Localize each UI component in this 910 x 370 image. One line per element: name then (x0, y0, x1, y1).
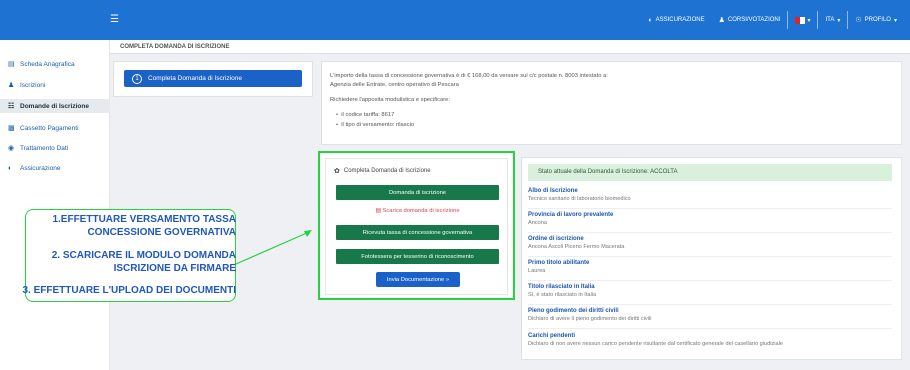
sidebar-item-domande-iscrizione[interactable]: ☷ Domande di Iscrizione (0, 99, 110, 113)
sidebar-item-trattamento-dati[interactable]: ◉ Trattamento Dati (8, 144, 69, 153)
payment-info-panel: L'importo della tassa di concessione gov… (321, 61, 902, 145)
step-number: 1 (132, 73, 142, 84)
download-link-label: Scarica domanda di iscrizione (382, 208, 460, 214)
pdf-icon: ▤ (375, 208, 381, 214)
payment-amount-text: L'importo della tassa di concessione gov… (330, 73, 608, 79)
hamburger-icon[interactable]: ☰ (110, 15, 119, 25)
id-card-icon: ▤ (8, 61, 15, 68)
documents-highlight-box: ✿ Completa Domanda di Iscrizione Domanda… (318, 151, 515, 300)
field-diritti-civili: Pieno godimento dei diritti civili Dichi… (528, 308, 892, 329)
assicurazione-link[interactable]: ◐ ASSICURAZIONE (641, 0, 711, 40)
sidebar-item-label: Iscrizioni (20, 81, 46, 89)
field-label: Pieno godimento dei diritti civili (528, 308, 619, 314)
field-label: Primo titolo abilitante (528, 260, 590, 266)
user-icon: ♟ (8, 82, 15, 89)
photo-upload-button[interactable]: Fototessera per tesserino di riconoscime… (336, 249, 499, 264)
page-title: COMPLETA DOMANDA DI ISCRIZIONE (110, 40, 910, 54)
chevron-down-icon: ▾ (893, 17, 897, 24)
users-icon: ♟ (718, 17, 725, 24)
field-label: Albo di Iscrizione (528, 188, 578, 194)
step-panel: 1 Completa Domanda di Iscrizione (113, 61, 313, 97)
eye-icon: ◉ (8, 145, 15, 152)
send-documents-button[interactable]: Invia Documentazione » (376, 272, 460, 287)
field-label: Provincia di lavoro prevalente (528, 212, 614, 218)
instruction-step-1b: CONCESSIONE GOVERNATIVA (87, 227, 236, 238)
notifications-dropdown[interactable]: ▾ (788, 0, 817, 40)
instruction-step-1a: 1.EFFETTUARE VERSAMENTO TASSA (52, 214, 236, 225)
sidebar-item-assicurazione[interactable]: ◐ Assicurazione (8, 165, 60, 172)
field-value: Ancona (528, 220, 547, 226)
sidebar-item-cassetto-pagamenti[interactable]: ▩ Cassetto Pagamenti (8, 124, 79, 133)
list-item: • il tipo di versamento: rilascio (336, 122, 415, 128)
sidebar-item-scheda-anagrafica[interactable]: ▤ Scheda Anagrafica (8, 60, 75, 69)
instruction-step-2a: 2. SCARICARE IL MODULO DOMANDA (51, 250, 236, 261)
field-value: Ancona Ascoli Piceno Fermo Macerata (528, 244, 625, 250)
corsi-link[interactable]: ♟ CORSI/VOTAZIONI (712, 0, 788, 40)
chevron-down-icon: ▾ (807, 17, 811, 24)
field-provincia: Provincia di lavoro prevalente Ancona (528, 212, 892, 233)
domanda-upload-button[interactable]: Domanda di iscrizione (336, 185, 499, 200)
sidebar-item-iscrizioni[interactable]: ♟ Iscrizioni (8, 81, 46, 90)
sidebar-item-label: Trattamento Dati (20, 144, 69, 152)
sidebar-item-label: Scheda Anagrafica (20, 60, 75, 68)
field-value: Tecnico sanitario di laboratorio biomedi… (528, 196, 631, 202)
assicurazione-label: ASSICURAZIONE (655, 17, 705, 23)
sidebar-item-label: Assicurazione (20, 165, 61, 172)
shield-icon: ◐ (648, 16, 653, 24)
payment-recipient-text: Agenzia delle Entrate, centro operativo … (330, 82, 459, 88)
step-label: Completa Domanda di Iscrizione (148, 75, 242, 82)
shield-icon: ◐ (8, 165, 13, 172)
field-albo: Albo di Iscrizione Tecnico sanitario di … (528, 188, 892, 209)
receipt-upload-button[interactable]: Ricevuta tassa di concessione governativ… (336, 225, 499, 240)
payment-type: il tipo di versamento: rilascio (341, 122, 415, 128)
tariff-code: il codice tariffa: 8617 (341, 112, 395, 118)
field-carichi-pendenti: Carichi pendenti Dichiaro di non avere n… (528, 333, 892, 353)
profile-dropdown[interactable]: ☉ PROFILO ▾ (848, 0, 904, 40)
language-label: ITA (825, 17, 835, 23)
payment-instruction-text: Richiedere l'apposita modulistica e spec… (330, 97, 451, 103)
top-navbar: ☰ ◐ ASSICURAZIONE ♟ CORSI/VOTAZIONI ▾ IT… (0, 0, 910, 40)
sidebar-item-label: Cassetto Pagamenti (20, 124, 79, 132)
top-nav: ◐ ASSICURAZIONE ♟ CORSI/VOTAZIONI ▾ ITA … (641, 0, 904, 40)
list-item: • il codice tariffa: 8617 (336, 112, 395, 118)
language-dropdown[interactable]: ITA ▾ (818, 0, 847, 40)
field-titolo-italia: Titolo rilasciato in Italia Sì, è stato … (528, 284, 892, 305)
field-label: Carichi pendenti (528, 333, 576, 339)
corsi-label: CORSI/VOTAZIONI (727, 17, 781, 23)
documents-title-label: Completa Domanda di Iscrizione (343, 168, 431, 174)
document-icon: ☷ (8, 103, 15, 110)
sidebar-item-label: Domande di Iscrizione (20, 102, 89, 110)
wallet-icon: ▩ (8, 125, 15, 132)
field-value: Sì, è stato rilasciato in Italia (528, 292, 597, 298)
user-circle-icon: ☉ (855, 17, 862, 24)
paperclip-icon: ✿ (334, 168, 340, 175)
download-application-link[interactable]: ▤ Scarica domanda di iscrizione (336, 208, 499, 214)
field-label: Ordine di iscrizione (528, 236, 584, 242)
status-badge: Stato attuale della Domanda di Iscrizion… (528, 164, 892, 181)
field-ordine: Ordine di iscrizione Ancona Ascoli Picen… (528, 236, 892, 257)
sidebar: ▤ Scheda Anagrafica ♟ Iscrizioni ☷ Doman… (0, 40, 110, 370)
flag-icon (795, 16, 806, 24)
field-value: Laurea (528, 268, 546, 274)
field-label: Titolo rilasciato in Italia (528, 284, 595, 290)
field-value: Dichiaro di avere il pieno godimento dei… (528, 316, 652, 322)
complete-application-step-button[interactable]: 1 Completa Domanda di Iscrizione (124, 70, 302, 87)
instruction-step-2b: ISCRIZIONE DA FIRMARE (113, 263, 236, 274)
instruction-step-3: 3. EFFETTUARE L'UPLOAD DEI DOCUMENTI (22, 285, 237, 296)
field-value: Dichiaro di non avere nessun carico pend… (528, 341, 783, 347)
chevron-down-icon: ▾ (837, 17, 841, 24)
field-titolo: Primo titolo abilitante Laurea (528, 260, 892, 281)
documents-title: ✿ Completa Domanda di Iscrizione (334, 167, 431, 175)
profile-label: PROFILO (864, 17, 891, 23)
documents-panel: ✿ Completa Domanda di Iscrizione Domanda… (325, 158, 508, 295)
